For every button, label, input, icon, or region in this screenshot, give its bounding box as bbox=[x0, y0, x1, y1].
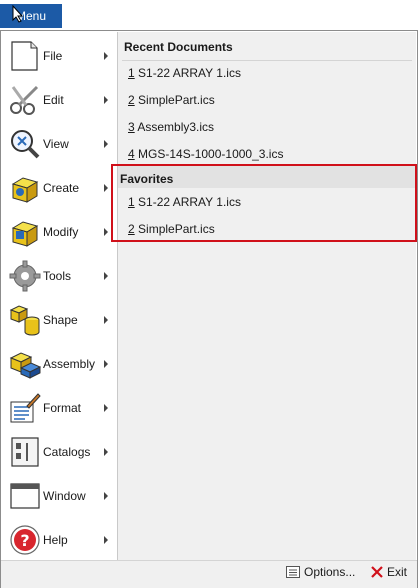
menu-item-help[interactable]: ? Help bbox=[2, 518, 116, 562]
chevron-right-icon bbox=[104, 140, 108, 148]
chevron-right-icon bbox=[104, 448, 108, 456]
mouse-cursor-icon bbox=[12, 5, 24, 23]
chevron-right-icon bbox=[104, 492, 108, 500]
file-icon bbox=[11, 41, 38, 71]
separator bbox=[122, 60, 412, 61]
menu-item-catalogs[interactable]: Catalogs bbox=[2, 430, 116, 474]
left-menu: File Edit View Create Modify Tools Shape… bbox=[2, 32, 116, 560]
menu-panel: File Edit View Create Modify Tools Shape… bbox=[0, 30, 418, 588]
magnifier-icon bbox=[11, 130, 40, 159]
shape-icon bbox=[9, 305, 40, 336]
recent-document-item[interactable]: 3 Assembly3.ics bbox=[128, 120, 214, 140]
format-brush-icon bbox=[10, 393, 41, 423]
menu-item-tools[interactable]: Tools bbox=[2, 254, 116, 298]
modify-cube-icon bbox=[11, 221, 39, 247]
menu-item-label: Modify bbox=[43, 225, 79, 239]
menu-item-format[interactable]: Format bbox=[2, 386, 116, 430]
chevron-right-icon bbox=[104, 228, 108, 236]
menu-item-label: Create bbox=[43, 181, 80, 195]
chevron-right-icon bbox=[104, 52, 108, 60]
help-icon: ? bbox=[10, 525, 40, 555]
chevron-right-icon bbox=[104, 536, 108, 544]
chevron-right-icon bbox=[104, 272, 108, 280]
menu-item-modify[interactable]: Modify bbox=[2, 210, 116, 254]
svg-text:?: ? bbox=[20, 531, 29, 550]
recent-document-item[interactable]: 2 SimplePart.ics bbox=[128, 93, 215, 113]
menu-item-label: File bbox=[43, 49, 63, 63]
recent-document-item[interactable]: 1 S1-22 ARRAY 1.ics bbox=[128, 66, 241, 86]
create-cube-icon bbox=[11, 177, 39, 203]
chevron-right-icon bbox=[104, 360, 108, 368]
catalog-icon bbox=[11, 437, 39, 467]
options-button[interactable]: Options... bbox=[286, 565, 355, 579]
menu-button[interactable]: Menu bbox=[0, 4, 62, 28]
menu-item-label: Tools bbox=[43, 269, 72, 283]
menu-item-label: Window bbox=[43, 489, 86, 503]
assembly-icon bbox=[9, 352, 41, 379]
chevron-right-icon bbox=[104, 404, 108, 412]
exit-button[interactable]: Exit bbox=[371, 565, 407, 579]
exit-label: Exit bbox=[387, 565, 408, 579]
menu-item-label: Shape bbox=[43, 313, 78, 327]
scissors-icon bbox=[10, 85, 39, 115]
menu-item-label: Help bbox=[43, 533, 68, 547]
menu-item-label: Edit bbox=[43, 93, 64, 107]
recent-documents-heading: Recent Documents bbox=[124, 40, 233, 54]
menu-item-label: Format bbox=[43, 401, 82, 415]
menu-item-label: Catalogs bbox=[43, 445, 91, 459]
menu-item-create[interactable]: Create bbox=[2, 166, 116, 210]
chevron-right-icon bbox=[104, 184, 108, 192]
options-label: Options... bbox=[304, 565, 356, 579]
chevron-right-icon bbox=[104, 96, 108, 104]
window-icon bbox=[10, 483, 40, 509]
close-icon bbox=[371, 566, 383, 578]
menu-item-shape[interactable]: Shape bbox=[2, 298, 116, 342]
menu-item-assembly[interactable]: Assembly bbox=[2, 342, 116, 386]
menu-item-edit[interactable]: Edit bbox=[2, 78, 116, 122]
menu-item-window[interactable]: Window bbox=[2, 474, 116, 518]
favorites-highlight-box bbox=[111, 164, 417, 242]
menu-item-label: View bbox=[43, 137, 69, 151]
options-icon bbox=[286, 566, 300, 578]
documents-pane: Recent Documents 1 S1-22 ARRAY 1.ics 2 S… bbox=[118, 32, 416, 560]
chevron-right-icon bbox=[104, 316, 108, 324]
menu-item-file[interactable]: File bbox=[2, 34, 116, 78]
gear-icon bbox=[9, 260, 41, 292]
menu-item-view[interactable]: View bbox=[2, 122, 116, 166]
menu-item-label: Assembly bbox=[43, 357, 96, 371]
